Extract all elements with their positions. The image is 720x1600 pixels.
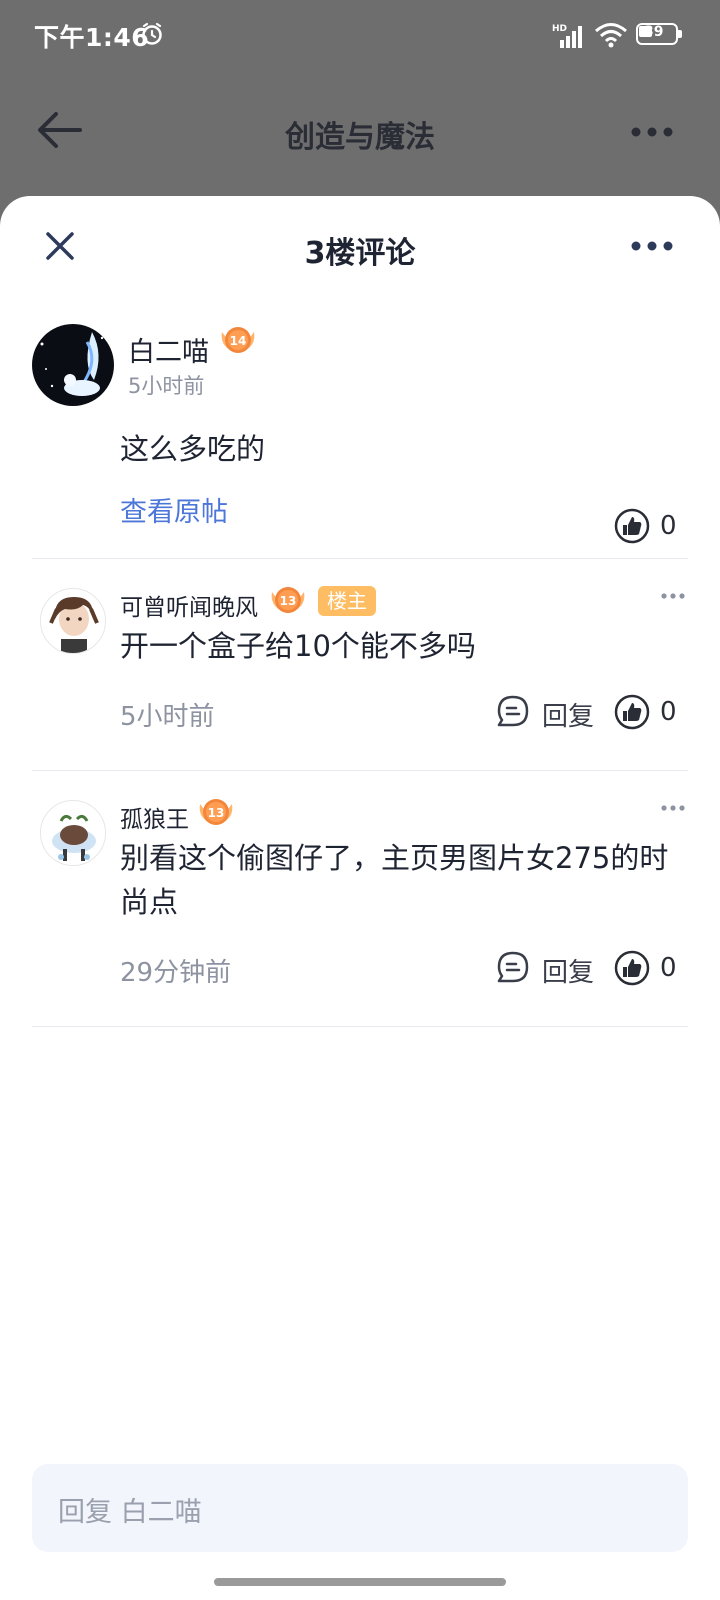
divider [32,1026,688,1027]
comment-time: 5小时前 [128,374,205,398]
alarm-icon [142,22,162,45]
reply-button[interactable]: 回复 [496,694,606,732]
more-icon[interactable] [660,804,686,812]
level-number: 13 [208,806,225,820]
avatar[interactable] [32,324,114,406]
status-time: 下午1:46 [34,23,150,52]
reply-time: 29分钟前 [120,958,232,988]
like-count: 0 [660,953,677,983]
sheet-title: 3楼评论 [304,236,416,271]
reply-bubble-icon [497,695,529,727]
battery-level: 39 [644,24,664,40]
reply-input-placeholder: 回复 白二喵 [58,1497,202,1528]
avatar[interactable] [40,588,106,654]
like-count: 0 [660,511,677,541]
comment-text: 这么多吃的 [120,432,266,466]
main-comment: 白二喵 14 5小时前 这么多吃的 查看原帖 0 [0,300,720,566]
reply-label: 回复 [542,958,595,988]
like-button[interactable]: 0 [614,694,684,730]
signal-icon: HD [552,24,582,48]
author-name[interactable]: 孤狼王 [120,800,189,834]
reply-item: 孤狼王 13 别看这个偷图仔了，主页男图片女275的时尚点 29分钟前 回复 0 [0,770,720,1026]
level-badge-icon: 14 [221,327,255,353]
background-page-title: 创造与魔法 [285,120,435,155]
wifi-icon [595,23,627,48]
like-icon [614,694,650,730]
author-name[interactable]: 可曾听闻晚风 [120,588,258,622]
reply-time: 5小时前 [120,702,215,732]
more-icon[interactable] [660,592,686,600]
more-icon[interactable] [630,240,674,252]
reply-input[interactable]: 回复 白二喵 [32,1464,688,1552]
reply-label: 回复 [542,702,595,732]
op-badge: 楼主 [318,586,376,616]
sheet-header: 3楼评论 [0,196,720,300]
comment-sheet: 3楼评论 白二喵 14 5小时前 这么多吃的 查看原帖 0 可曾听闻晚风 13 … [0,196,720,1600]
more-icon[interactable] [630,126,674,138]
level-badge-icon: 13 [199,799,233,825]
author-name[interactable]: 白二喵 [128,330,209,369]
level-badge-icon: 13 [271,587,305,613]
like-icon [614,950,650,986]
network-type-label: HD [552,24,567,34]
level-number: 13 [280,594,297,608]
like-count: 0 [660,697,677,727]
reply-button[interactable]: 回复 [496,950,606,988]
like-button[interactable]: 0 [614,508,684,544]
reply-bubble-icon [497,951,529,983]
background-page-header: 创造与魔法 [0,72,720,192]
level-number: 14 [230,334,247,348]
reply-text: 别看这个偷图仔了，主页男图片女275的时尚点 [120,841,669,919]
avatar[interactable] [40,800,106,866]
reply-item: 可曾听闻晚风 13 楼主 开一个盒子给10个能不多吗 5小时前 回复 0 [0,558,720,770]
like-icon [614,508,650,544]
battery-icon: 39 [636,23,682,45]
reply-text: 开一个盒子给10个能不多吗 [120,629,476,663]
status-bar: 下午1:46 HD 39 [0,0,720,72]
view-original-link[interactable]: 查看原帖 [120,490,228,529]
home-indicator[interactable] [214,1578,506,1586]
like-button[interactable]: 0 [614,950,684,986]
